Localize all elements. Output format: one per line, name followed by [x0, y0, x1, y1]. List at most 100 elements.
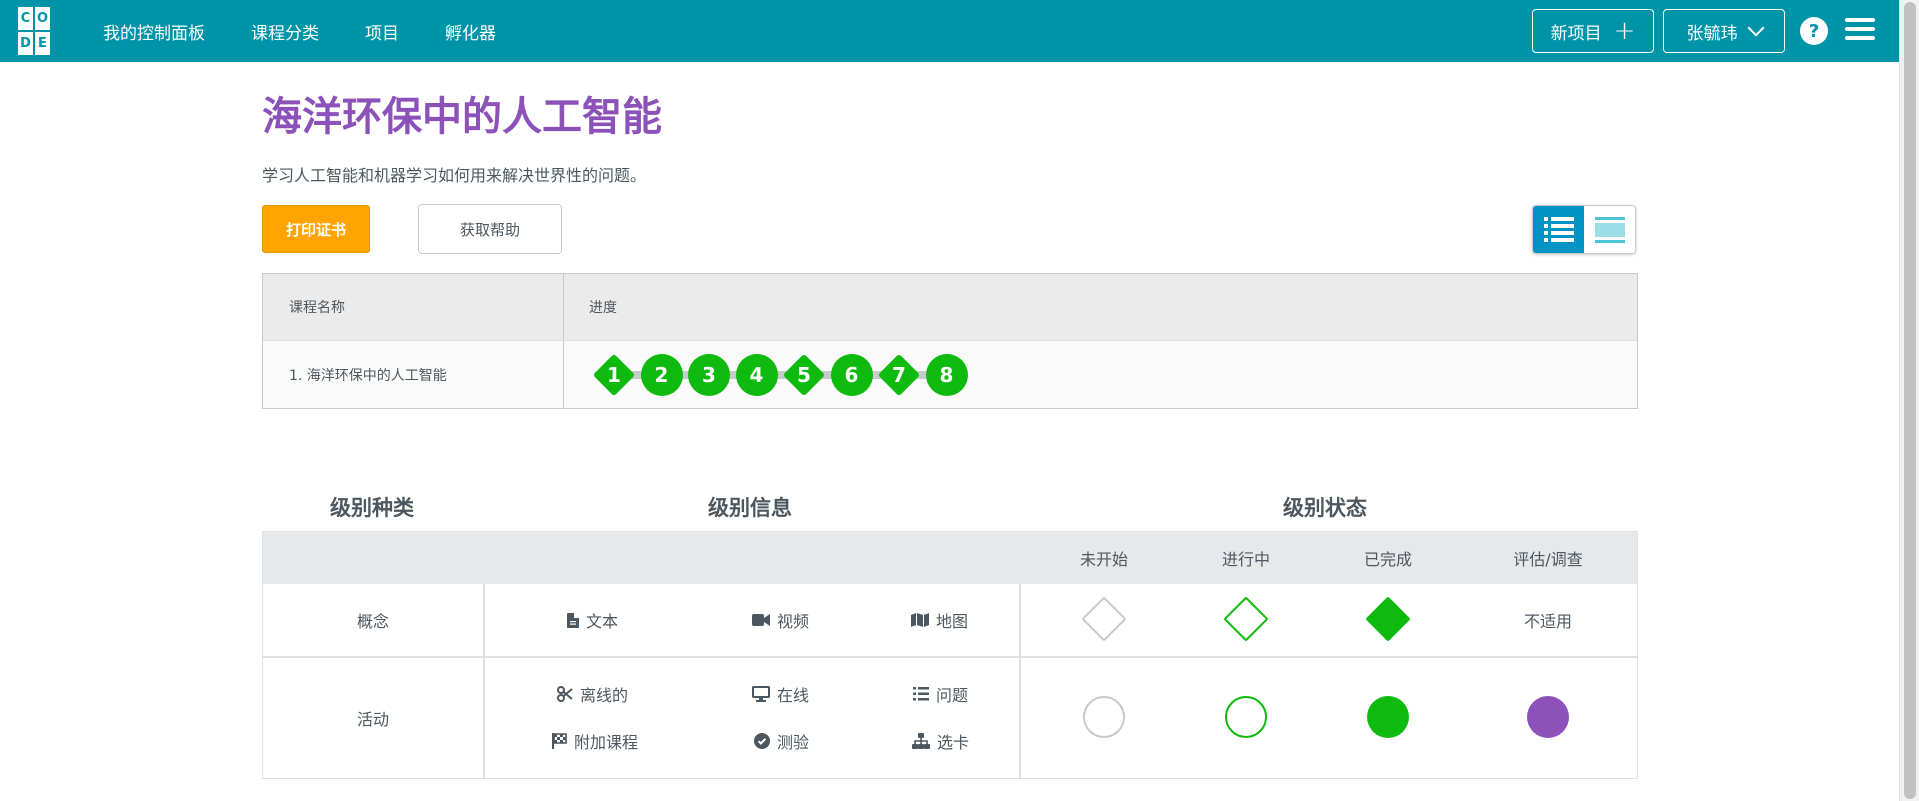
activity-label: 活动: [356, 710, 389, 729]
concept-in-progress-diamond: [1223, 596, 1269, 642]
level-number: 3: [702, 362, 716, 387]
activity-question-label: 问题: [936, 686, 969, 705]
code-org-logo[interactable]: C O D E: [18, 7, 66, 55]
nav-item-dashboard[interactable]: 我的控制面板: [103, 19, 205, 44]
concept-completed-diamond: [1365, 596, 1411, 642]
help-icon[interactable]: ?: [1800, 17, 1828, 45]
progress-bubbles: 1 2 3 4 5 6 7 8: [593, 353, 973, 396]
flag-icon: [552, 733, 567, 749]
main-nav: 我的控制面板 课程分类 项目 孵化器: [103, 0, 496, 62]
logo-letter: D: [18, 32, 33, 55]
level-number: 5: [797, 362, 811, 387]
status-col-in-progress: 进行中: [1221, 550, 1270, 569]
key-heading-status: 级别状态: [1283, 496, 1367, 520]
concept-assessment-na: 不适用: [1523, 612, 1572, 631]
logo-letter: C: [18, 7, 33, 30]
col-divider: [1019, 584, 1021, 778]
check-circle-icon: [754, 733, 770, 749]
key-heading-info: 级别信息: [708, 496, 792, 520]
detail-view-button[interactable]: [1584, 206, 1635, 253]
desktop-icon: [752, 686, 770, 702]
activity-offline-label: 离线的: [580, 686, 629, 705]
list-icon: [913, 687, 929, 701]
concept-video-label: 视频: [777, 612, 810, 631]
level-number: 4: [749, 362, 764, 387]
lesson-name[interactable]: 1. 海洋环保中的人工智能: [263, 341, 564, 408]
activity-completed-circle: [1367, 696, 1409, 738]
nav-item-incubator[interactable]: 孵化器: [445, 19, 496, 44]
lesson-progress-cell: 1 2 3 4 5 6 7 8: [564, 341, 1637, 408]
list-view-button[interactable]: [1533, 206, 1584, 253]
print-certificate-button[interactable]: 打印证书: [262, 205, 370, 253]
logo-letter: E: [35, 32, 50, 55]
col-header-lesson: 课程名称: [263, 274, 564, 340]
hamburger-menu-icon[interactable]: [1845, 18, 1875, 42]
activity-online-item: 在线: [752, 682, 809, 706]
view-toggle: [1532, 205, 1636, 254]
concept-text-item: 文本: [567, 608, 618, 632]
concept-not-started-diamond: [1081, 596, 1127, 642]
level-bubble-3[interactable]: 3: [688, 353, 730, 396]
logo-letter: [52, 32, 67, 55]
level-bubble-1[interactable]: 1: [593, 354, 635, 396]
level-bubble-6[interactable]: 6: [830, 353, 873, 396]
nav-item-projects[interactable]: 项目: [365, 19, 399, 44]
activity-bonus-item: 附加课程: [551, 729, 638, 753]
activity-quiz-item: 测验: [754, 729, 809, 753]
activity-assessment-circle: [1527, 696, 1569, 738]
plus-icon: +: [1613, 16, 1636, 46]
course-description: 学习人工智能和机器学习如何用来解决世界性的问题。: [262, 166, 647, 185]
lesson-progress-table: 课程名称 进度 1. 海洋环保中的人工智能 1 2 3 4 5 6 7 8: [262, 273, 1638, 409]
get-help-button[interactable]: 获取帮助: [418, 204, 562, 254]
page-scrollbar[interactable]: [1899, 0, 1919, 801]
concept-video-item: 视频: [752, 608, 809, 632]
scissors-icon: [557, 686, 573, 702]
concept-label: 概念: [356, 612, 389, 631]
logo-letter: O: [35, 7, 50, 30]
activity-offline-item: 离线的: [557, 682, 628, 706]
map-icon: [911, 613, 929, 627]
list-view-icon: [1543, 217, 1574, 242]
activity-question-item: 问题: [913, 682, 968, 706]
activity-bonus-label: 附加课程: [574, 733, 639, 752]
user-menu-button[interactable]: 张毓玮: [1663, 9, 1785, 53]
concept-map-label: 地图: [936, 612, 969, 631]
level-number: 8: [939, 362, 954, 387]
chevron-down-icon: [1747, 19, 1764, 37]
scrollbar-thumb[interactable]: [1904, 2, 1916, 799]
level-number: 7: [892, 362, 906, 387]
detail-view-icon: [1594, 216, 1625, 243]
level-bubble-5[interactable]: 5: [783, 354, 825, 396]
sitemap-icon: [912, 733, 930, 749]
level-number: 2: [654, 362, 669, 387]
course-title: 海洋环保中的人工智能: [262, 94, 662, 140]
level-bubble-4[interactable]: 4: [735, 353, 778, 396]
activity-online-label: 在线: [777, 686, 810, 705]
level-bubble-2[interactable]: 2: [640, 353, 683, 396]
top-navbar: C O D E 我的控制面板 课程分类 项目 孵化器 新项目 + 张毓玮 ?: [0, 0, 1899, 62]
level-key-table: 未开始 进行中 已完成 评估/调查 概念 文本 视频 地图 不适用 活动 离线的…: [262, 531, 1638, 779]
concept-map-item: 地图: [911, 608, 968, 632]
logo-letter: [52, 7, 67, 30]
concept-text-label: 文本: [586, 612, 619, 631]
activity-not-started-circle: [1083, 696, 1125, 738]
col-divider: [483, 584, 485, 778]
video-icon: [752, 614, 770, 626]
level-number: 1: [607, 362, 621, 387]
document-icon: [567, 612, 579, 628]
level-number: 6: [844, 362, 859, 387]
status-col-assessment: 评估/调查: [1513, 550, 1583, 569]
nav-item-course-catalog[interactable]: 课程分类: [251, 19, 319, 44]
col-header-progress: 进度: [589, 300, 617, 316]
activity-choice-item: 选卡: [912, 729, 969, 753]
table-header-row: 课程名称 进度: [263, 274, 1637, 341]
level-bubble-7[interactable]: 7: [878, 354, 920, 396]
new-project-button[interactable]: 新项目 +: [1532, 9, 1654, 53]
level-bubble-8[interactable]: 8: [925, 353, 968, 396]
activity-quiz-label: 测验: [777, 733, 810, 752]
activity-choice-label: 选卡: [937, 733, 970, 752]
user-name: 张毓玮: [1686, 23, 1738, 44]
status-col-completed: 已完成: [1363, 550, 1412, 569]
key-heading-type: 级别种类: [330, 496, 414, 520]
table-row: 1. 海洋环保中的人工智能 1 2 3 4 5 6 7 8: [263, 341, 1637, 408]
